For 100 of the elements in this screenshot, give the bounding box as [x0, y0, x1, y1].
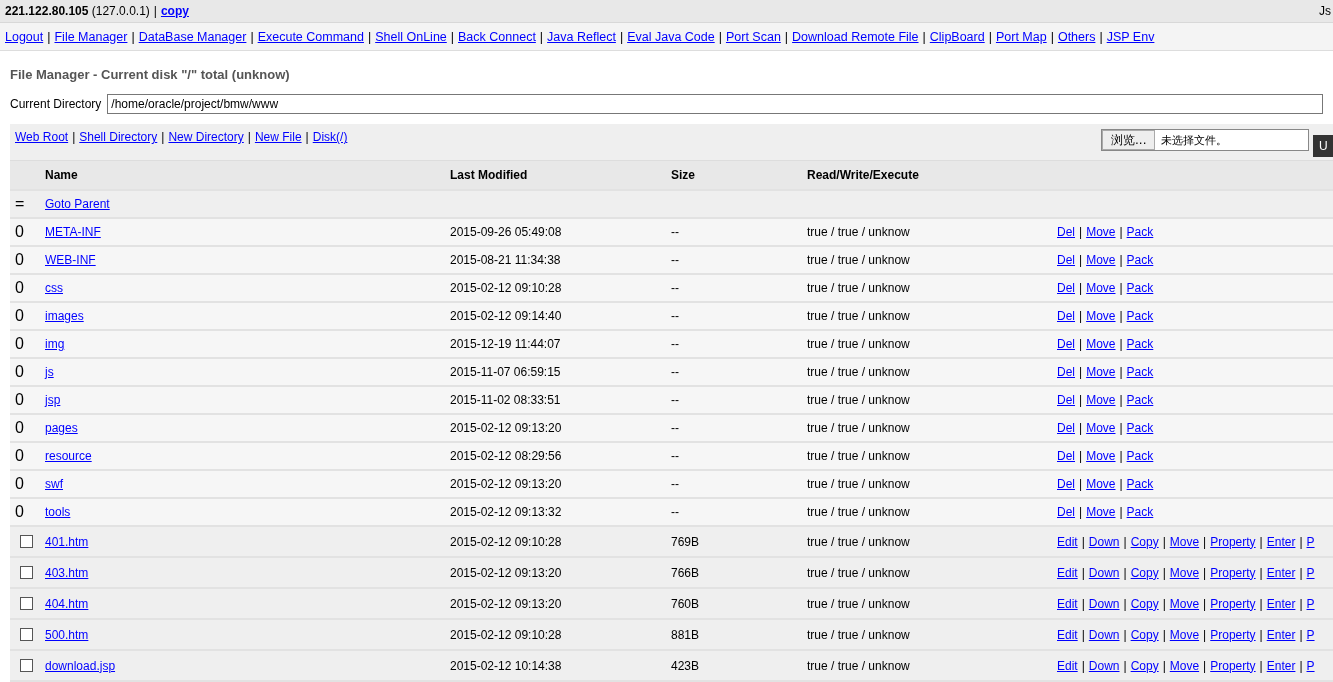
folder-link[interactable]: css — [45, 281, 63, 295]
link[interactable]: Move — [1086, 365, 1116, 379]
link[interactable]: Enter — [1266, 534, 1296, 549]
link[interactable]: Eval Java Code — [627, 29, 715, 44]
link[interactable]: Property — [1210, 658, 1256, 673]
link[interactable]: Edit — [1057, 658, 1078, 673]
link[interactable]: Execute Command — [257, 29, 364, 44]
file-link[interactable]: 401.htm — [45, 534, 89, 549]
link[interactable]: Move — [1086, 477, 1116, 491]
link[interactable]: JSP Env — [1106, 29, 1155, 44]
browse-button[interactable]: 浏览... — [1102, 130, 1156, 150]
link[interactable]: Web Root — [15, 130, 69, 144]
link[interactable]: Pack — [1126, 253, 1154, 267]
link[interactable]: Pack — [1126, 365, 1154, 379]
link[interactable]: Move — [1169, 627, 1200, 642]
link[interactable]: Edit — [1057, 565, 1078, 580]
folder-link[interactable]: swf — [45, 477, 63, 491]
upload-button[interactable]: U — [1313, 135, 1333, 157]
link[interactable]: P — [1306, 565, 1315, 580]
link[interactable]: Move — [1086, 337, 1116, 351]
link[interactable]: Down — [1088, 658, 1120, 673]
link[interactable]: Copy — [1130, 658, 1159, 673]
folder-link[interactable]: tools — [45, 505, 71, 519]
file-input[interactable]: 浏览... 未选择文件。 — [1101, 129, 1309, 151]
link[interactable]: Del — [1057, 393, 1075, 407]
link[interactable]: Move — [1169, 534, 1200, 549]
file-link[interactable]: 403.htm — [45, 565, 89, 580]
checkbox[interactable] — [20, 659, 33, 672]
link[interactable]: Port Map — [995, 29, 1047, 44]
folder-link[interactable]: images — [45, 309, 84, 323]
file-link[interactable]: download.jsp — [45, 658, 116, 673]
link[interactable]: Del — [1057, 365, 1075, 379]
link[interactable]: Del — [1057, 225, 1075, 239]
link[interactable]: Move — [1086, 505, 1116, 519]
link[interactable]: Shell Directory — [79, 130, 158, 144]
checkbox[interactable] — [20, 597, 33, 610]
link[interactable]: DataBase Manager — [138, 29, 247, 44]
link[interactable]: Move — [1086, 449, 1116, 463]
link[interactable]: Move — [1169, 565, 1200, 580]
directory-field[interactable]: /home/oracle/project/bmw/www — [107, 94, 1323, 114]
link[interactable]: Edit — [1057, 534, 1078, 549]
link[interactable]: Pack — [1126, 449, 1154, 463]
link[interactable]: Move — [1169, 596, 1200, 611]
link[interactable]: Pack — [1126, 225, 1154, 239]
link[interactable]: Enter — [1266, 658, 1296, 673]
folder-link[interactable]: js — [45, 365, 54, 379]
copy-link[interactable]: copy — [160, 4, 189, 18]
link[interactable]: Pack — [1126, 281, 1154, 295]
link[interactable]: Enter — [1266, 627, 1296, 642]
link[interactable]: New Directory — [168, 130, 244, 144]
link[interactable]: Enter — [1266, 596, 1296, 611]
link[interactable]: Shell OnLine — [375, 29, 447, 44]
link[interactable]: Property — [1210, 596, 1256, 611]
link[interactable]: Port Scan — [725, 29, 781, 44]
link[interactable]: Copy — [1130, 534, 1159, 549]
link[interactable]: Del — [1057, 449, 1075, 463]
link[interactable]: Copy — [1130, 596, 1159, 611]
link[interactable]: Del — [1057, 253, 1075, 267]
link[interactable]: Copy — [1130, 565, 1159, 580]
link[interactable]: Del — [1057, 421, 1075, 435]
link[interactable]: Back Connect — [458, 29, 536, 44]
link[interactable]: P — [1306, 534, 1315, 549]
link[interactable]: ClipBoard — [929, 29, 985, 44]
link[interactable]: Del — [1057, 477, 1075, 491]
parent-link[interactable]: Goto Parent — [45, 197, 110, 211]
link[interactable]: Edit — [1057, 596, 1078, 611]
checkbox[interactable] — [20, 566, 33, 579]
link[interactable]: Property — [1210, 627, 1256, 642]
link[interactable]: Move — [1169, 658, 1200, 673]
link[interactable]: Download Remote File — [792, 29, 919, 44]
folder-link[interactable]: resource — [45, 449, 92, 463]
link[interactable]: Pack — [1126, 337, 1154, 351]
link[interactable]: Down — [1088, 565, 1120, 580]
link[interactable]: Enter — [1266, 565, 1296, 580]
link[interactable]: Logout — [5, 29, 44, 44]
link[interactable]: Move — [1086, 421, 1116, 435]
folder-link[interactable]: META-INF — [45, 225, 101, 239]
link[interactable]: Down — [1088, 534, 1120, 549]
link[interactable]: Del — [1057, 281, 1075, 295]
folder-link[interactable]: WEB-INF — [45, 253, 96, 267]
link[interactable]: Move — [1086, 253, 1116, 267]
folder-link[interactable]: img — [45, 337, 65, 351]
link[interactable]: Property — [1210, 565, 1256, 580]
link[interactable]: P — [1306, 658, 1315, 673]
link[interactable]: Del — [1057, 309, 1075, 323]
link[interactable]: Down — [1088, 627, 1120, 642]
link[interactable]: Pack — [1126, 477, 1154, 491]
link[interactable]: Move — [1086, 393, 1116, 407]
link[interactable]: Pack — [1126, 421, 1154, 435]
link[interactable]: Move — [1086, 225, 1116, 239]
link[interactable]: Copy — [1130, 627, 1159, 642]
link[interactable]: Move — [1086, 281, 1116, 295]
link[interactable]: Edit — [1057, 627, 1078, 642]
link[interactable]: Java Reflect — [547, 29, 616, 44]
link[interactable]: Others — [1057, 29, 1096, 44]
link[interactable]: Disk(/) — [312, 130, 348, 144]
link[interactable]: New File — [254, 130, 302, 144]
link[interactable]: Property — [1210, 534, 1256, 549]
folder-link[interactable]: pages — [45, 421, 78, 435]
file-link[interactable]: 500.htm — [45, 627, 89, 642]
